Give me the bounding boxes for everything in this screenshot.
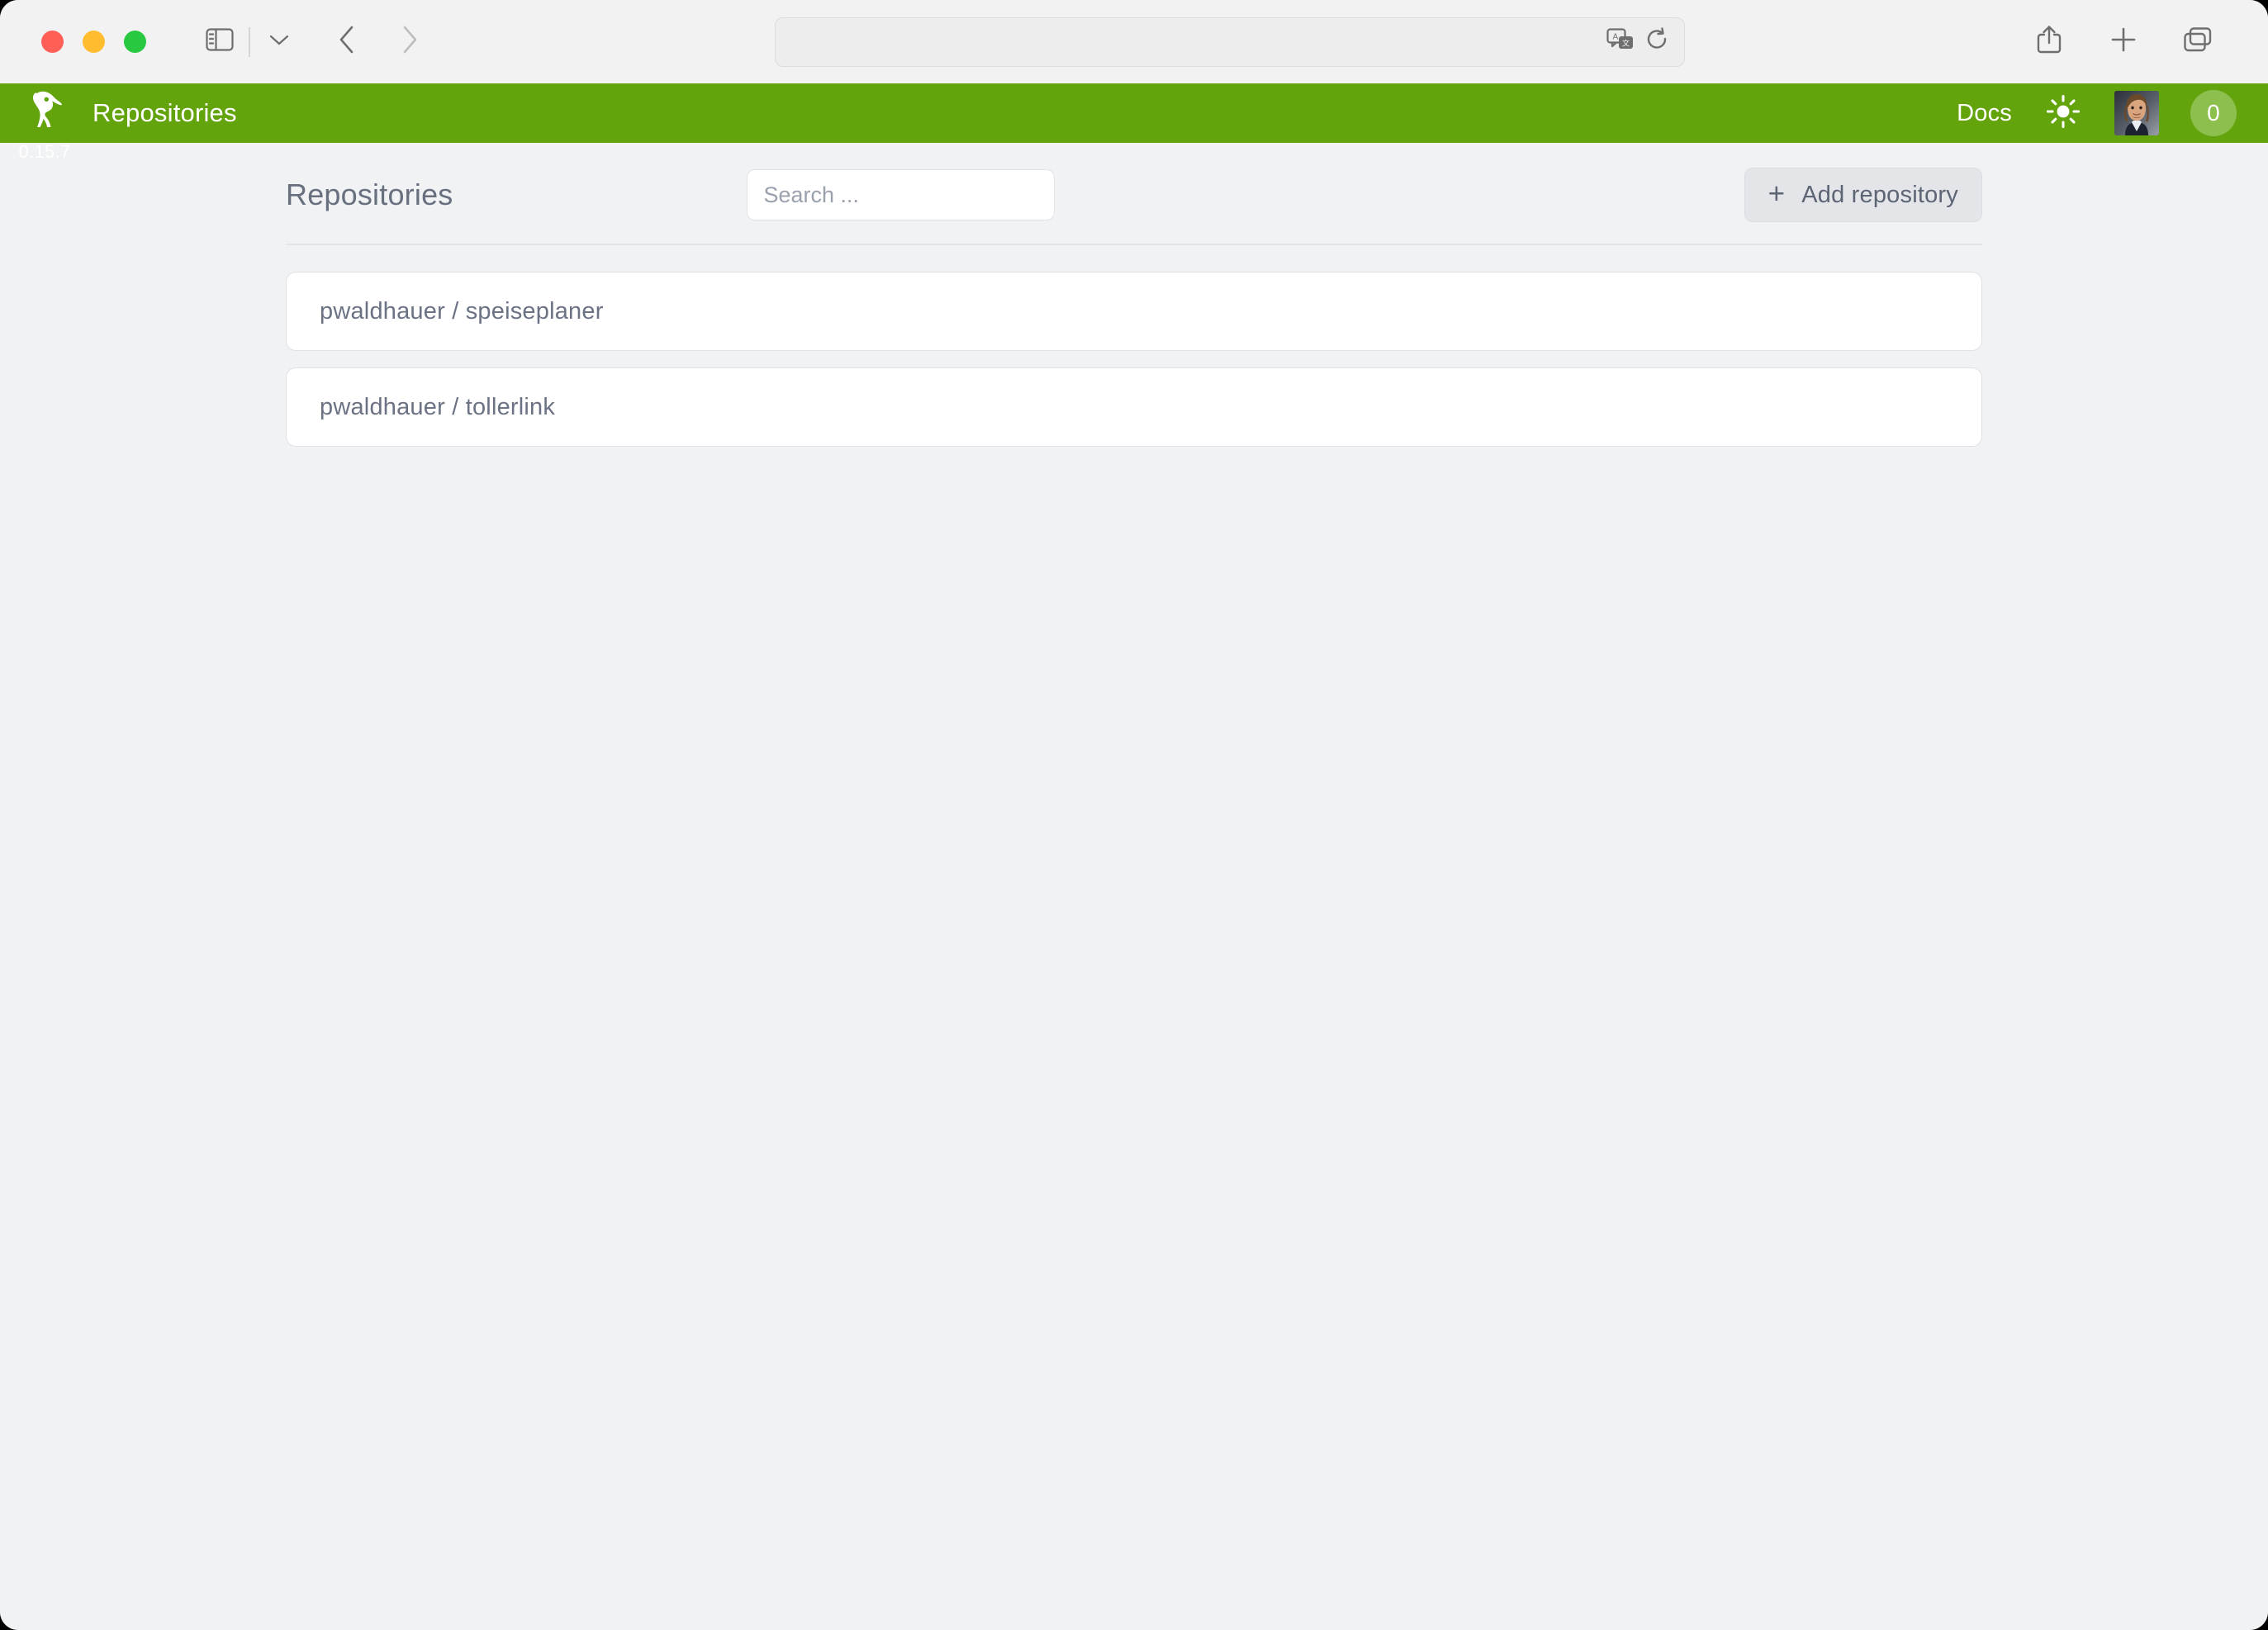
list-item[interactable]: pwaldhauer / tollerlink bbox=[286, 367, 1982, 447]
sidebar-toggle-button[interactable] bbox=[194, 17, 245, 68]
page-title: Repositories bbox=[286, 178, 453, 212]
chevron-down-icon bbox=[268, 33, 290, 50]
sidebar-icon bbox=[206, 28, 234, 55]
address-bar-icons: A 文 bbox=[1606, 27, 1669, 56]
window-close-button[interactable] bbox=[41, 31, 64, 53]
content-container: Repositories + Add repository pwaldhauer… bbox=[286, 143, 1982, 447]
tab-overview-icon bbox=[2183, 26, 2213, 57]
browser-nav-group bbox=[194, 17, 435, 68]
svg-text:A: A bbox=[1612, 33, 1618, 42]
browser-toolbar: A 文 bbox=[0, 0, 2268, 83]
toolbar-divider bbox=[249, 27, 250, 57]
repository-name: pwaldhauer / tollerlink bbox=[320, 394, 555, 421]
share-icon bbox=[2037, 25, 2062, 59]
add-repository-button[interactable]: + Add repository bbox=[1744, 168, 1982, 222]
theme-toggle-button[interactable] bbox=[2043, 93, 2083, 133]
address-area: A 文 bbox=[435, 0, 2024, 83]
window-traffic-lights bbox=[41, 31, 146, 53]
brand-home-link[interactable]: 0.15.7 bbox=[0, 83, 89, 143]
avatar[interactable] bbox=[2114, 91, 2159, 135]
forward-button[interactable] bbox=[384, 17, 435, 68]
sidebar-dropdown-button[interactable] bbox=[254, 17, 305, 68]
plus-icon bbox=[2110, 26, 2137, 57]
app-header-right: Docs bbox=[1957, 90, 2237, 136]
repository-list: pwaldhauer / speiseplaner pwaldhauer / t… bbox=[286, 272, 1982, 447]
search-input[interactable] bbox=[747, 169, 1055, 220]
translate-icon[interactable]: A 文 bbox=[1606, 28, 1635, 55]
plus-icon: + bbox=[1768, 179, 1786, 208]
window-maximize-button[interactable] bbox=[124, 31, 146, 53]
window-minimize-button[interactable] bbox=[83, 31, 105, 53]
app-header-title: Repositories bbox=[93, 98, 237, 128]
page-body: Repositories + Add repository pwaldhauer… bbox=[0, 143, 2268, 1630]
sun-icon bbox=[2045, 93, 2081, 134]
list-item[interactable]: pwaldhauer / speiseplaner bbox=[286, 272, 1982, 351]
queue-count-badge[interactable]: 0 bbox=[2190, 90, 2237, 136]
svg-text:文: 文 bbox=[1622, 39, 1630, 48]
avatar-photo bbox=[2114, 91, 2159, 135]
add-repository-label: Add repository bbox=[1801, 182, 1958, 209]
browser-window: A 文 bbox=[0, 0, 2268, 1630]
app-header: 0.15.7 Repositories Docs bbox=[0, 83, 2268, 143]
woodpecker-logo-icon bbox=[21, 87, 68, 133]
app-version-label: 0.15.7 bbox=[19, 141, 71, 163]
docs-link[interactable]: Docs bbox=[1957, 100, 2012, 127]
repository-name: pwaldhauer / speiseplaner bbox=[320, 298, 604, 325]
tab-overview-button[interactable] bbox=[2172, 17, 2223, 68]
chevron-right-icon bbox=[401, 25, 419, 59]
address-bar[interactable]: A 文 bbox=[775, 17, 1685, 67]
reload-icon[interactable] bbox=[1646, 27, 1669, 56]
page-toolbar: Repositories + Add repository bbox=[286, 174, 1982, 245]
back-button[interactable] bbox=[321, 17, 372, 68]
new-tab-button[interactable] bbox=[2098, 17, 2149, 68]
browser-toolbar-right bbox=[2024, 17, 2223, 68]
chevron-left-icon bbox=[338, 25, 356, 59]
share-button[interactable] bbox=[2024, 17, 2075, 68]
